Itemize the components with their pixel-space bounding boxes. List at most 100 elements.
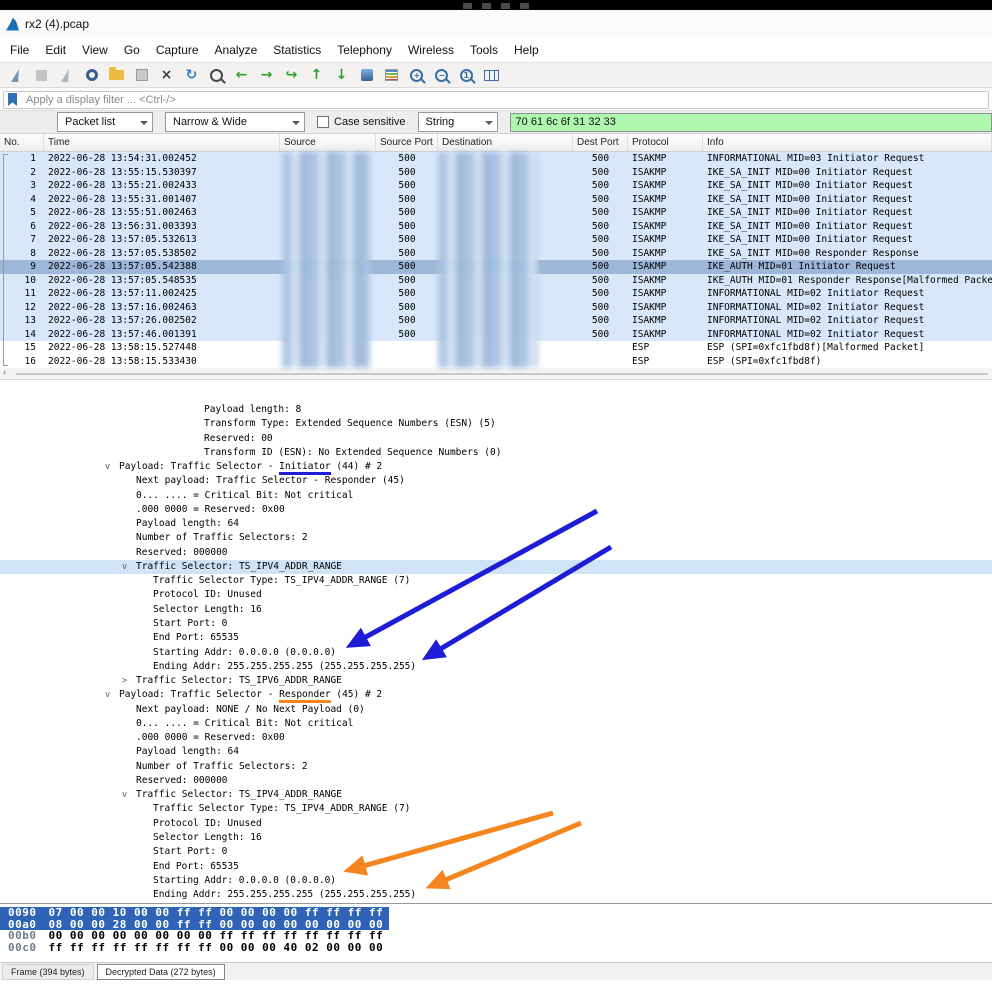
menu-go[interactable]: Go (116, 40, 148, 60)
tree-line[interactable]: Payload length: 8 (0, 403, 992, 417)
menu-wireless[interactable]: Wireless (400, 40, 462, 60)
go-forward-icon[interactable]: → (255, 64, 278, 86)
menu-statistics[interactable]: Statistics (265, 40, 329, 60)
menu-capture[interactable]: Capture (148, 40, 207, 60)
case-sensitive-checkbox[interactable]: Case sensitive (317, 116, 406, 128)
reload-icon[interactable]: ↻ (180, 64, 203, 86)
top-bar-icon-4 (520, 3, 529, 9)
tree-line-text: Next payload: Traffic Selector - Respond… (136, 475, 405, 486)
tree-line[interactable]: vTraffic Selector: TS_IPV4_ADDR_RANGE (0, 560, 992, 574)
tree-line[interactable]: vPayload: Traffic Selector - Initiator (… (0, 460, 992, 474)
tree-line[interactable]: 0... .... = Critical Bit: Not critical (0, 489, 992, 503)
tree-line[interactable]: Payload length: 64 (0, 745, 992, 759)
menu-telephony[interactable]: Telephony (329, 40, 400, 60)
expander-icon[interactable]: v (105, 460, 119, 474)
column-header-time[interactable]: Time (44, 134, 280, 151)
scrollbar-track[interactable] (16, 373, 988, 375)
packet-detail-pane: Payload length: 8Transform Type: Extende… (0, 401, 992, 903)
tree-line[interactable]: Traffic Selector Type: TS_IPV4_ADDR_RANG… (0, 802, 992, 816)
restart-capture-icon[interactable] (55, 64, 78, 86)
tree-line[interactable]: Protocol ID: Unused (0, 588, 992, 602)
tree-line-text: Start Port: 0 (153, 846, 227, 857)
menu-help[interactable]: Help (506, 40, 547, 60)
expander-icon[interactable]: > (122, 674, 136, 688)
colorize-icon[interactable] (380, 64, 403, 86)
open-file-icon[interactable] (105, 64, 128, 86)
tree-line[interactable]: Reserved: 000000 (0, 546, 992, 560)
tree-line[interactable]: Start Port: 0 (0, 617, 992, 631)
zoom-in-icon[interactable]: + (405, 64, 428, 86)
search-scope-select[interactable]: Packet list (57, 112, 153, 132)
expander-icon[interactable]: v (105, 688, 119, 702)
tree-line-text: Transform Type: Extended Sequence Number… (204, 418, 496, 429)
tree-line[interactable]: Selector Length: 16 (0, 603, 992, 617)
menu-view[interactable]: View (74, 40, 116, 60)
expander-icon[interactable]: v (122, 788, 136, 802)
bytes-tab[interactable]: Frame (394 bytes) (2, 964, 94, 980)
go-last-icon[interactable]: ↓ (330, 64, 353, 86)
menu-edit[interactable]: Edit (37, 40, 74, 60)
tree-line[interactable]: Reserved: 00 (0, 432, 992, 446)
menu-tools[interactable]: Tools (462, 40, 506, 60)
tree-line[interactable]: Traffic Selector Type: TS_IPV4_ADDR_RANG… (0, 574, 992, 588)
expander-icon[interactable]: v (122, 560, 136, 574)
tree-line[interactable]: Starting Addr: 0.0.0.0 (0.0.0.0) (0, 646, 992, 660)
tree-line[interactable]: End Port: 65535 (0, 631, 992, 645)
zoom-100-icon[interactable]: 1 (455, 64, 478, 86)
column-header-info[interactable]: Info (703, 134, 992, 151)
go-first-icon[interactable]: ↑ (305, 64, 328, 86)
find-packet-icon[interactable] (205, 64, 228, 86)
tree-line[interactable]: Next payload: NONE / No Next Payload (0) (0, 703, 992, 717)
menu-analyze[interactable]: Analyze (207, 40, 266, 60)
tree-line[interactable]: Selector Length: 16 (0, 831, 992, 845)
start-capture-icon[interactable] (5, 64, 28, 86)
tree-line[interactable]: vPayload: Traffic Selector - Responder (… (0, 688, 992, 702)
horizontal-scrollbar[interactable] (0, 368, 992, 380)
column-header-destination[interactable]: Destination (438, 134, 573, 151)
column-header-no[interactable]: No. (0, 134, 44, 151)
tree-line[interactable]: 0... .... = Critical Bit: Not critical (0, 717, 992, 731)
column-header-source[interactable]: Source (280, 134, 376, 151)
tree-line-text: Reserved: 00 (204, 433, 273, 444)
search-charset-select[interactable]: Narrow & Wide (165, 112, 305, 132)
go-back-icon[interactable]: ← (230, 64, 253, 86)
tree-line[interactable]: Number of Traffic Selectors: 2 (0, 531, 992, 545)
tree-line[interactable]: End Port: 65535 (0, 860, 992, 874)
tree-line-text: Traffic Selector: TS_IPV4_ADDR_RANGE (136, 789, 342, 800)
capture-options-icon[interactable] (80, 64, 103, 86)
search-type-select[interactable]: String (418, 112, 498, 132)
zoom-out-icon[interactable]: − (430, 64, 453, 86)
bytes-tab[interactable]: Decrypted Data (272 bytes) (97, 964, 225, 980)
tree-line[interactable]: Transform Type: Extended Sequence Number… (0, 417, 992, 431)
column-header-dest-port[interactable]: Dest Port (573, 134, 628, 151)
column-header-source-port[interactable]: Source Port (376, 134, 438, 151)
display-filter-input[interactable] (3, 91, 989, 109)
tree-line[interactable]: Reserved: 000000 (0, 774, 992, 788)
tree-line[interactable]: Number of Traffic Selectors: 2 (0, 760, 992, 774)
tree-line[interactable]: vTraffic Selector: TS_IPV4_ADDR_RANGE (0, 788, 992, 802)
go-to-packet-icon[interactable]: ↪ (280, 64, 303, 86)
tree-line[interactable]: .000 0000 = Reserved: 0x00 (0, 503, 992, 517)
hex-row[interactable]: 00c0ff ff ff ff ff ff ff ff 00 00 00 40 … (0, 942, 389, 954)
tree-line[interactable]: Payload length: 64 (0, 517, 992, 531)
tree-line[interactable]: Ending Addr: 255.255.255.255 (255.255.25… (0, 888, 992, 902)
close-file-icon[interactable]: × (155, 64, 178, 86)
resize-columns-icon[interactable] (480, 64, 503, 86)
checkbox-icon (317, 116, 329, 128)
auto-scroll-icon[interactable] (355, 64, 378, 86)
tree-line[interactable]: >Traffic Selector: TS_IPV6_ADDR_RANGE (0, 674, 992, 688)
stop-capture-icon[interactable] (30, 64, 53, 86)
tree-line[interactable]: Transform ID (ESN): No Extended Sequence… (0, 446, 992, 460)
tree-line[interactable]: Starting Addr: 0.0.0.0 (0.0.0.0) (0, 874, 992, 888)
tree-line[interactable]: Ending Addr: 255.255.255.255 (255.255.25… (0, 660, 992, 674)
tree-line[interactable]: Start Port: 0 (0, 845, 992, 859)
tree-line-text: Payload length: 64 (136, 518, 239, 529)
search-input[interactable] (510, 113, 992, 132)
tree-line[interactable]: Next payload: Traffic Selector - Respond… (0, 474, 992, 488)
scroll-left-icon[interactable] (3, 367, 6, 378)
column-header-protocol[interactable]: Protocol (628, 134, 703, 151)
menu-file[interactable]: File (2, 40, 37, 60)
tree-line[interactable]: Protocol ID: Unused (0, 817, 992, 831)
save-file-icon[interactable] (130, 64, 153, 86)
tree-line[interactable]: .000 0000 = Reserved: 0x00 (0, 731, 992, 745)
